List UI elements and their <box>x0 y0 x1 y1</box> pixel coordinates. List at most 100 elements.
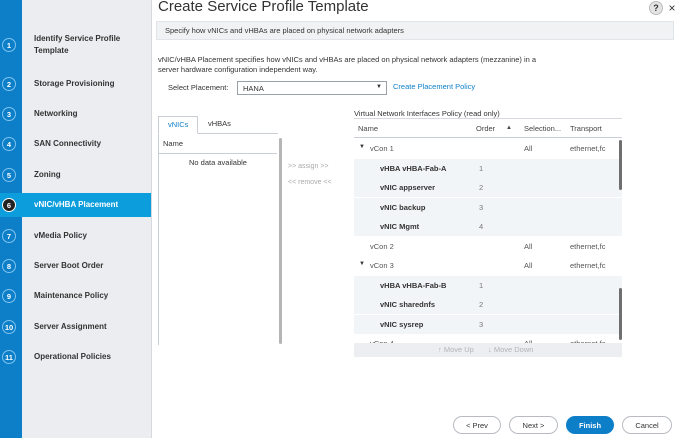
step-number-badge: 6 <box>2 198 16 212</box>
select-placement-label: Select Placement: <box>168 83 229 92</box>
step-number-badge: 9 <box>2 289 16 303</box>
step-label: Server Assignment <box>34 322 107 331</box>
table-row[interactable]: vNIC Mgmt 4 <box>354 217 622 236</box>
page-subtitle: Specify how vNICs and vHBAs are placed o… <box>156 21 674 40</box>
cell-name: vCon 1 <box>370 144 394 153</box>
cell-order: 3 <box>479 202 484 212</box>
placement-select[interactable]: HANA ▼ <box>237 81 387 95</box>
chevron-down-icon: ▼ <box>376 84 382 90</box>
cell-name: vNIC Mgmt <box>380 222 420 231</box>
page-description: vNIC/vHBA Placement specifies how vNICs … <box>158 55 537 74</box>
cell-transport: ethernet,fc <box>570 241 606 251</box>
close-button[interactable]: × <box>666 1 678 15</box>
table-row[interactable]: vNIC appserver 2 <box>354 178 622 197</box>
cell-name: vCon 3 <box>370 261 394 270</box>
cell-name: vHBA vHBA-Fab-A <box>380 163 447 173</box>
step-number-badge: 8 <box>2 259 16 273</box>
cancel-button[interactable]: Cancel <box>622 416 672 434</box>
step-number-badge: 7 <box>2 229 16 243</box>
cell-name: vNIC backup <box>380 202 426 212</box>
policy-scrollbar-lower[interactable] <box>619 288 622 340</box>
table-row[interactable]: vHBA vHBA-Fab-B 1 <box>354 275 622 295</box>
table-row[interactable]: vNIC sharednfs 2 <box>354 295 622 314</box>
cell-selection: All <box>524 261 533 270</box>
vnic-policy-title: Virtual Network Interfaces Policy (read … <box>354 109 500 118</box>
table-header: Name Order ▲ Selection... Transport <box>354 118 622 138</box>
vcon-group-row[interactable]: vCon 2 All ethernet,fc <box>354 237 622 256</box>
sort-asc-icon[interactable]: ▲ <box>506 125 512 131</box>
sidebar-step-11[interactable]: 11 Operational Policies <box>0 345 151 369</box>
prev-button[interactable]: < Prev <box>453 416 501 434</box>
move-down-button[interactable]: ↓ Move Down <box>488 345 533 354</box>
step-number-badge: 3 <box>2 107 16 121</box>
tab-vhbas[interactable]: vHBAs <box>199 116 241 134</box>
cell-order: 1 <box>479 280 484 290</box>
step-label: Storage Provisioning <box>34 79 115 88</box>
placement-select-value: HANA <box>243 84 264 93</box>
finish-button[interactable]: Finish <box>566 416 614 434</box>
sidebar-step-9[interactable]: 9 Maintenance Policy <box>0 284 151 308</box>
step-label: Server Boot Order <box>34 261 104 270</box>
cell-order: 1 <box>479 163 484 173</box>
table-row[interactable]: vNIC backup 3 <box>354 197 622 217</box>
cell-name: vCon 2 <box>370 241 394 251</box>
create-placement-policy-link[interactable]: Create Placement Policy <box>393 82 475 91</box>
step-label: Identify Service Profile Template <box>34 34 121 55</box>
cell-order: 3 <box>479 319 484 329</box>
cell-name: vNIC sysrep <box>380 319 424 329</box>
cell-transport: ethernet,fc <box>570 261 606 270</box>
step-number-badge: 11 <box>2 350 16 364</box>
sidebar-step-7[interactable]: 7 vMedia Policy <box>0 224 151 248</box>
assign-button[interactable]: >> assign >> <box>288 163 328 170</box>
expand-toggle-icon[interactable]: ▼ <box>359 261 365 267</box>
column-selection[interactable]: Selection... <box>524 124 561 133</box>
step-label: vMedia Policy <box>34 231 87 240</box>
step-label: SAN Connectivity <box>34 139 102 148</box>
remove-button[interactable]: << remove << <box>288 179 332 186</box>
step-number-badge: 1 <box>2 38 16 52</box>
table-row[interactable]: vHBA vHBA-Fab-A 1 <box>354 158 622 178</box>
vnics-scrollbar[interactable] <box>279 138 282 344</box>
cell-name: vNIC sharednfs <box>380 300 436 309</box>
sidebar-step-2[interactable]: 2 Storage Provisioning <box>0 72 151 96</box>
cell-selection: All <box>524 241 533 251</box>
help-button[interactable]: ? <box>649 1 663 15</box>
column-order[interactable]: Order <box>476 124 495 133</box>
no-data-message: No data available <box>189 158 247 167</box>
sidebar-step-8[interactable]: 8 Server Boot Order <box>0 254 151 278</box>
expand-toggle-icon[interactable]: ▼ <box>359 144 365 150</box>
step-label: Operational Policies <box>34 352 111 361</box>
step-label: Networking <box>34 109 78 118</box>
sidebar-step-1[interactable]: 1 Identify Service Profile Template <box>0 30 151 60</box>
cell-selection: All <box>524 144 533 153</box>
vnics-table: Name No data available <box>158 133 277 345</box>
column-name[interactable]: Name <box>358 124 378 133</box>
vnics-header-divider <box>159 153 277 154</box>
move-toolbar: ↑ Move Up ↓ Move Down <box>354 343 622 357</box>
cell-order: 2 <box>479 300 484 309</box>
page-title: Create Service Profile Template <box>158 0 369 15</box>
wizard-sidebar: 1 Identify Service Profile Template 2 Stora… <box>0 0 152 438</box>
cell-order: 4 <box>479 222 484 231</box>
cell-name: vHBA vHBA-Fab-B <box>380 280 447 290</box>
move-up-button[interactable]: ↑ Move Up <box>438 345 474 354</box>
vcon-group-row[interactable]: ▼ vCon 3 All ethernet,fc <box>354 256 622 275</box>
table-row[interactable]: vNIC sysrep 3 <box>354 314 622 334</box>
sidebar-step-4[interactable]: 4 SAN Connectivity <box>0 132 151 156</box>
tab-vnics[interactable]: vNICs <box>158 116 198 134</box>
cell-order: 2 <box>479 183 484 192</box>
policy-scrollbar-upper[interactable] <box>619 140 622 190</box>
sidebar-step-5[interactable]: 5 Zoning <box>0 163 151 187</box>
sidebar-step-10[interactable]: 10 Server Assignment <box>0 315 151 339</box>
sidebar-step-6[interactable]: 6 vNIC/vHBA Placement <box>0 193 151 217</box>
step-label: Maintenance Policy <box>34 291 109 300</box>
step-label: vNIC/vHBA Placement <box>34 200 119 209</box>
vnics-name-header[interactable]: Name <box>163 139 183 148</box>
step-number-badge: 5 <box>2 168 16 182</box>
sidebar-step-3[interactable]: 3 Networking <box>0 102 151 126</box>
next-button[interactable]: Next > <box>509 416 558 434</box>
column-transport[interactable]: Transport <box>570 124 602 133</box>
vcon-group-row[interactable]: ▼ vCon 1 All ethernet,fc <box>354 139 622 158</box>
cell-transport: ethernet,fc <box>570 144 606 153</box>
step-number-badge: 4 <box>2 137 16 151</box>
